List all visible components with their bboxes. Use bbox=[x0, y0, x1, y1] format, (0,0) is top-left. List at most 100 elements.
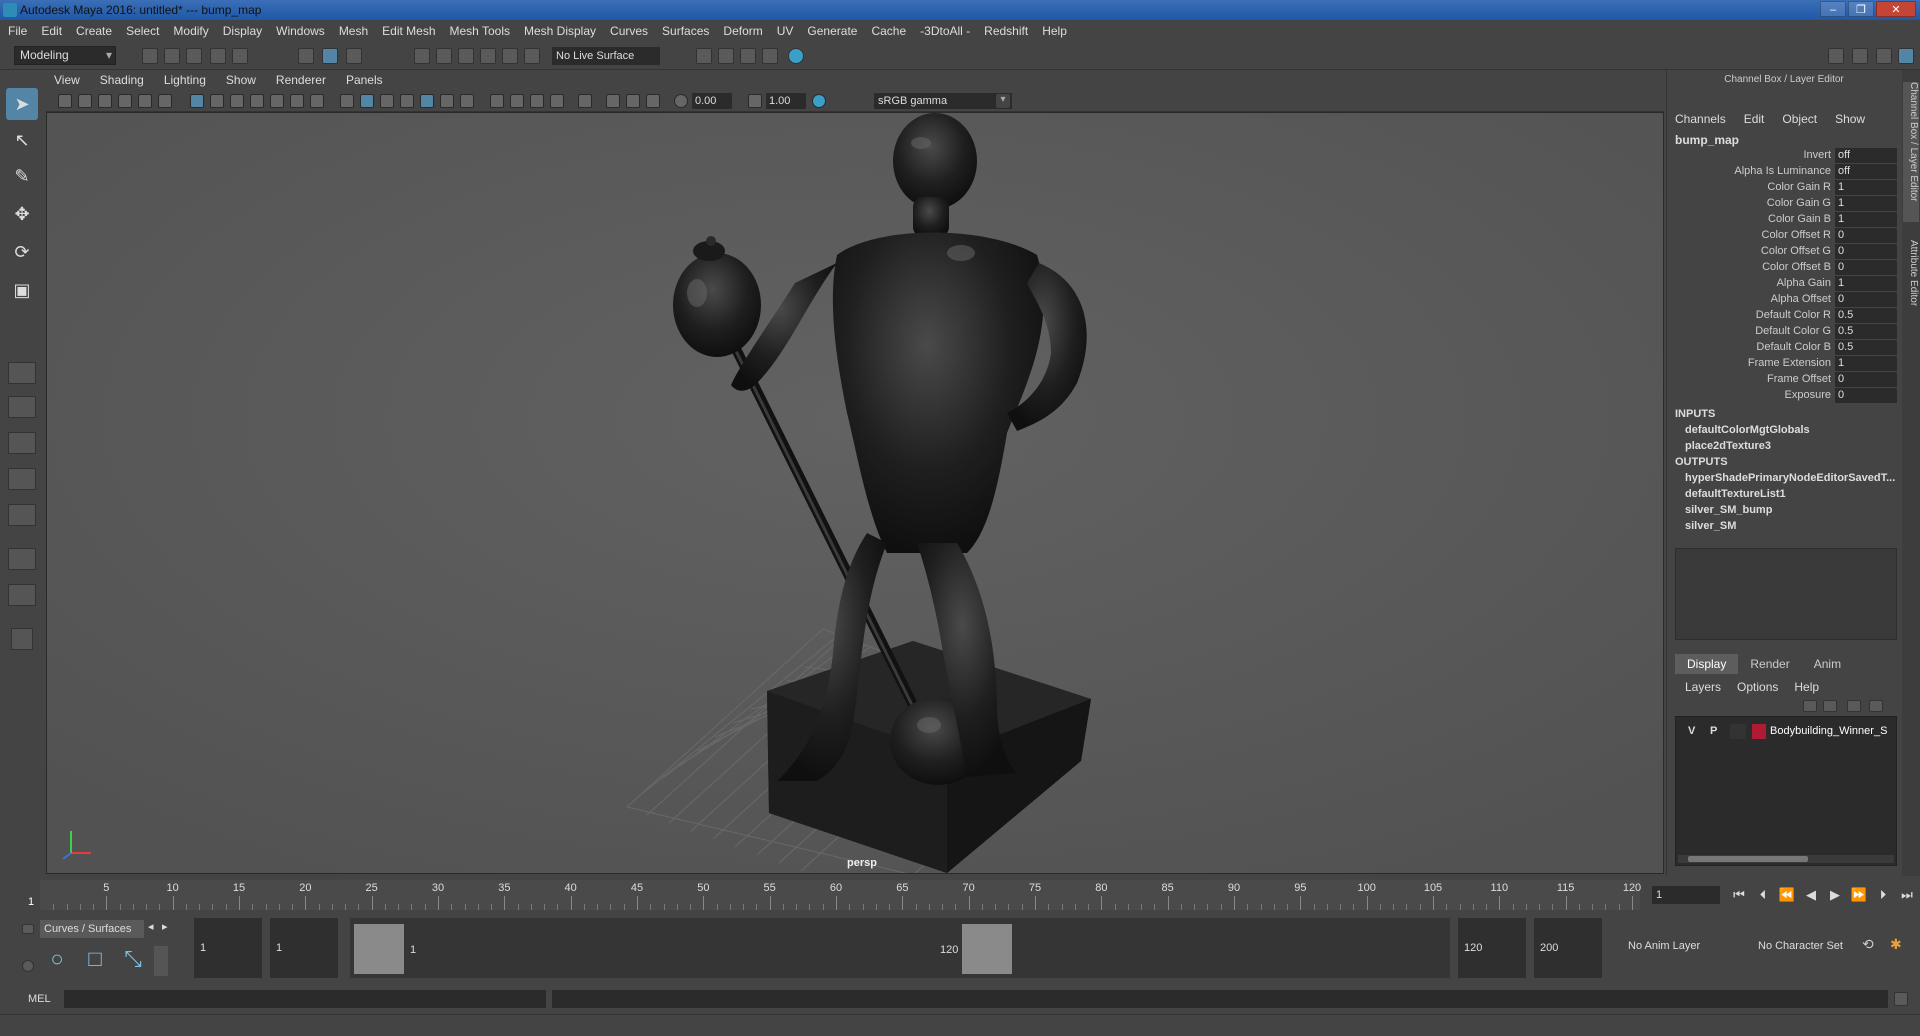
snap-grid-icon[interactable] bbox=[414, 48, 430, 64]
animation-end-field[interactable]: 200 bbox=[1534, 918, 1602, 978]
menu-help[interactable]: Help bbox=[1042, 24, 1067, 38]
cb-menu-channels[interactable]: Channels bbox=[1675, 112, 1726, 126]
save-scene-icon[interactable] bbox=[186, 48, 202, 64]
viewport-menu-shading[interactable]: Shading bbox=[100, 73, 144, 87]
menu-uv[interactable]: UV bbox=[777, 24, 794, 38]
attribute-value[interactable]: 0 bbox=[1835, 372, 1897, 387]
snap-curve-icon[interactable] bbox=[436, 48, 452, 64]
render-view-icon[interactable] bbox=[696, 48, 712, 64]
move-tool-icon[interactable]: ✥ bbox=[6, 198, 38, 230]
live-surface-field[interactable]: No Live Surface bbox=[552, 47, 660, 65]
viewport-menu-panels[interactable]: Panels bbox=[346, 73, 383, 87]
render-current-icon[interactable] bbox=[718, 48, 734, 64]
chevron-down-icon[interactable]: ▾ bbox=[996, 94, 1010, 108]
anim-layer-dropdown[interactable]: No Anim Layer bbox=[1628, 940, 1700, 952]
attribute-row[interactable]: Alpha Is Luminance off bbox=[1667, 164, 1901, 180]
persp-outliner-layout-icon[interactable] bbox=[8, 432, 36, 454]
layer-color-swatch[interactable] bbox=[1752, 724, 1766, 739]
go-to-start-icon[interactable]: ⏮ bbox=[1730, 886, 1748, 904]
menu-set-dropdown[interactable]: Modeling ▾ bbox=[14, 46, 116, 65]
open-scene-icon[interactable] bbox=[164, 48, 180, 64]
safe-action-icon[interactable] bbox=[290, 94, 304, 108]
render-settings-icon[interactable] bbox=[762, 48, 778, 64]
script-language-toggle[interactable]: MEL bbox=[28, 993, 51, 1005]
tab-display[interactable]: Display bbox=[1675, 654, 1739, 674]
attribute-value[interactable]: 1 bbox=[1835, 212, 1897, 227]
redo-icon[interactable] bbox=[232, 48, 248, 64]
menu-deform[interactable]: Deform bbox=[723, 24, 762, 38]
select-by-component-icon[interactable] bbox=[346, 48, 362, 64]
command-input[interactable] bbox=[64, 990, 546, 1008]
animation-start-field[interactable]: 1 bbox=[194, 918, 262, 978]
output-node[interactable]: silver_SM bbox=[1685, 520, 1895, 532]
scale-tool-icon[interactable]: ▣ bbox=[6, 274, 38, 306]
shelf-menu-icon[interactable] bbox=[22, 924, 34, 934]
shelf-next-icon[interactable]: ▸ bbox=[162, 920, 168, 933]
select-by-object-icon[interactable] bbox=[322, 48, 338, 64]
image-plane-icon[interactable] bbox=[118, 94, 132, 108]
output-node[interactable]: hyperShadePrimaryNodeEditorSavedT... bbox=[1685, 472, 1895, 484]
shelf-tab-curves-surfaces[interactable]: Curves / Surfaces bbox=[40, 920, 144, 938]
snap-point-icon[interactable] bbox=[458, 48, 474, 64]
playback-start-field[interactable]: 1 bbox=[270, 918, 338, 978]
attribute-value[interactable]: 1 bbox=[1835, 356, 1897, 371]
menu-surfaces[interactable]: Surfaces bbox=[662, 24, 709, 38]
animation-preferences-icon[interactable]: ✱ bbox=[1890, 936, 1902, 953]
cb-menu-edit[interactable]: Edit bbox=[1744, 112, 1765, 126]
input-node[interactable]: place2dTexture3 bbox=[1685, 440, 1895, 452]
attribute-row[interactable]: Color Gain R 1 bbox=[1667, 180, 1901, 196]
script-editor-icon[interactable] bbox=[1894, 992, 1908, 1006]
view-transform-icon[interactable] bbox=[812, 94, 826, 108]
grease-pencil-icon[interactable] bbox=[158, 94, 172, 108]
film-gate-icon[interactable] bbox=[210, 94, 224, 108]
menu-3dtoall[interactable]: -3DtoAll - bbox=[920, 24, 970, 38]
attribute-row[interactable]: Color Gain B 1 bbox=[1667, 212, 1901, 228]
layer-playback-toggle[interactable]: P bbox=[1710, 725, 1717, 737]
step-forward-key-icon[interactable]: ⏩ bbox=[1850, 886, 1868, 904]
color-space-dropdown[interactable]: sRGB gamma bbox=[874, 93, 1012, 109]
grid-icon[interactable] bbox=[190, 94, 204, 108]
workspace-icon[interactable] bbox=[1828, 48, 1844, 64]
gate-mask-icon[interactable] bbox=[250, 94, 264, 108]
perspective-viewport[interactable]: persp bbox=[46, 112, 1664, 874]
side-tab-attribute-editor[interactable]: Attribute Editor bbox=[1903, 240, 1919, 330]
menu-generate[interactable]: Generate bbox=[807, 24, 857, 38]
menu-create[interactable]: Create bbox=[76, 24, 112, 38]
shelf-prev-icon[interactable]: ◂ bbox=[148, 920, 154, 933]
attribute-value[interactable]: 0 bbox=[1835, 260, 1897, 275]
step-back-key-icon[interactable]: ⏪ bbox=[1778, 886, 1796, 904]
paint-select-tool-icon[interactable]: ✎ bbox=[6, 160, 38, 192]
snap-surface-icon[interactable] bbox=[502, 48, 518, 64]
custom-layout-icon[interactable] bbox=[8, 584, 36, 606]
use-default-material-icon[interactable] bbox=[380, 94, 394, 108]
attribute-value[interactable]: 0 bbox=[1835, 228, 1897, 243]
attribute-value[interactable]: 0.5 bbox=[1835, 340, 1897, 355]
cv-curve-icon[interactable]: ⤡ bbox=[120, 946, 146, 972]
tab-anim[interactable]: Anim bbox=[1801, 654, 1854, 674]
camera-attributes-icon[interactable] bbox=[78, 94, 92, 108]
2d-pan-zoom-icon[interactable] bbox=[138, 94, 152, 108]
cb-menu-object[interactable]: Object bbox=[1782, 112, 1817, 126]
use-all-lights-icon[interactable] bbox=[440, 94, 454, 108]
menu-curves[interactable]: Curves bbox=[610, 24, 648, 38]
nurbs-circle-icon[interactable]: ○ bbox=[44, 946, 70, 972]
attribute-value[interactable]: 0 bbox=[1835, 388, 1897, 403]
side-tab-channel-box[interactable]: Channel Box / Layer Editor bbox=[1903, 82, 1919, 222]
shelf-settings-icon[interactable] bbox=[22, 960, 34, 972]
character-set-dropdown[interactable]: No Character Set bbox=[1758, 940, 1843, 952]
menu-cache[interactable]: Cache bbox=[871, 24, 906, 38]
attribute-value[interactable]: 0 bbox=[1835, 292, 1897, 307]
textured-icon[interactable] bbox=[420, 94, 434, 108]
go-to-end-icon[interactable]: ⏭ bbox=[1898, 886, 1916, 904]
attribute-row[interactable]: Exposure 0 bbox=[1667, 388, 1901, 404]
tab-render[interactable]: Render bbox=[1738, 654, 1802, 674]
attribute-row[interactable]: Frame Extension 1 bbox=[1667, 356, 1901, 372]
field-chart-icon[interactable] bbox=[270, 94, 284, 108]
select-by-hierarchy-icon[interactable] bbox=[298, 48, 314, 64]
menu-windows[interactable]: Windows bbox=[276, 24, 325, 38]
layer-list-scrollbar[interactable] bbox=[1678, 855, 1894, 863]
play-forwards-icon[interactable]: ▶ bbox=[1826, 886, 1844, 904]
attribute-row[interactable]: Color Gain G 1 bbox=[1667, 196, 1901, 212]
four-view-layout-icon[interactable] bbox=[8, 396, 36, 418]
step-back-frame-icon[interactable]: ⏴ bbox=[1754, 886, 1772, 904]
